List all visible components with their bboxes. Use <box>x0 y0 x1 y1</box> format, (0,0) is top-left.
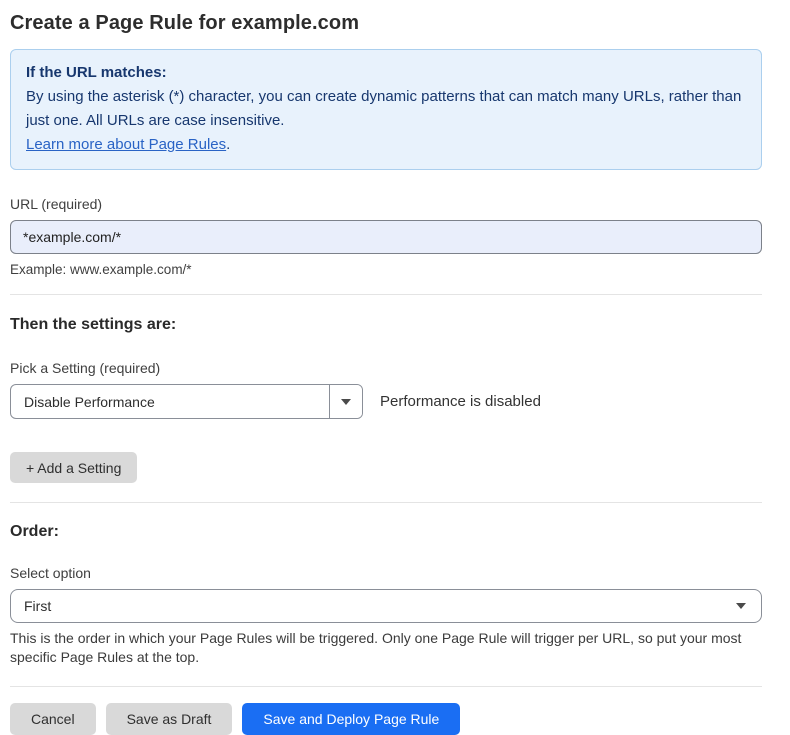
order-section-heading: Order: <box>10 523 762 541</box>
settings-section-heading: Then the settings are: <box>10 316 762 334</box>
divider <box>10 686 762 687</box>
pick-setting-label: Pick a Setting (required) <box>10 360 762 376</box>
order-select-label: Select option <box>10 565 762 581</box>
setting-status-text: Performance is disabled <box>380 393 541 410</box>
url-field-label: URL (required) <box>10 196 762 212</box>
order-select[interactable]: First <box>10 589 762 623</box>
save-as-draft-button[interactable]: Save as Draft <box>106 703 233 735</box>
learn-more-link[interactable]: Learn more about Page Rules <box>26 136 226 153</box>
setting-row: Disable Performance Performance is disab… <box>10 384 762 419</box>
chevron-down-icon <box>736 603 746 609</box>
add-setting-button[interactable]: + Add a Setting <box>10 452 137 483</box>
info-box-body: By using the asterisk (*) character, you… <box>26 85 745 133</box>
page-rule-form: Create a Page Rule for example.com If th… <box>0 0 790 735</box>
url-input[interactable] <box>10 220 762 254</box>
setting-dropdown-value: Disable Performance <box>11 385 329 418</box>
divider <box>10 502 762 503</box>
setting-dropdown[interactable]: Disable Performance <box>10 384 363 419</box>
chevron-down-icon <box>341 399 351 405</box>
link-suffix: . <box>226 136 230 153</box>
info-box-link-line: Learn more about Page Rules. <box>26 133 745 157</box>
footer-actions: Cancel Save as Draft Save and Deploy Pag… <box>10 703 762 735</box>
order-helper-text: This is the order in which your Page Rul… <box>10 629 762 667</box>
setting-dropdown-arrow-button[interactable] <box>329 385 362 418</box>
save-and-deploy-button[interactable]: Save and Deploy Page Rule <box>242 703 460 735</box>
page-title: Create a Page Rule for example.com <box>10 12 762 35</box>
order-select-value: First <box>24 598 51 614</box>
cancel-button[interactable]: Cancel <box>10 703 96 735</box>
url-example-helper: Example: www.example.com/* <box>10 262 762 277</box>
url-match-info-box: If the URL matches: By using the asteris… <box>10 49 762 170</box>
divider <box>10 294 762 295</box>
info-box-heading: If the URL matches: <box>26 61 745 85</box>
